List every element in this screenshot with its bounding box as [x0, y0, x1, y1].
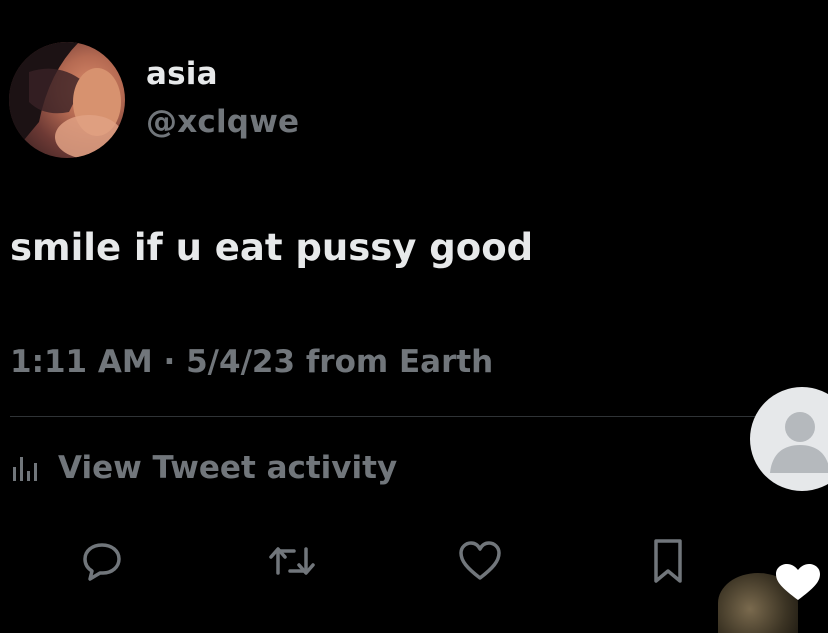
avatar-image	[9, 42, 123, 158]
heart-icon	[457, 539, 503, 583]
user-handle[interactable]: @xclqwe	[146, 104, 299, 140]
tweet-timestamp[interactable]: 1:11 AM · 5/4/23 from Earth	[10, 344, 493, 380]
reply-icon	[80, 539, 124, 583]
like-button[interactable]	[456, 537, 504, 585]
retweet-icon	[268, 539, 316, 583]
analytics-icon	[10, 453, 44, 483]
retweet-button[interactable]	[268, 537, 316, 585]
divider	[10, 416, 770, 417]
display-name[interactable]: asia	[146, 56, 218, 92]
view-tweet-activity-button[interactable]: View Tweet activity	[10, 448, 397, 488]
floating-profile-button[interactable]	[750, 387, 828, 491]
bookmark-button[interactable]	[644, 537, 692, 585]
bookmark-icon	[648, 537, 688, 585]
default-avatar-icon	[770, 412, 828, 473]
corner-heart-icon	[770, 560, 826, 604]
tweet-text: smile if u eat pussy good	[10, 226, 534, 269]
avatar[interactable]	[9, 42, 125, 158]
activity-label: View Tweet activity	[58, 450, 398, 486]
reply-button[interactable]	[78, 537, 126, 585]
tweet-detail: asia @xclqwe smile if u eat pussy good 1…	[0, 0, 828, 633]
